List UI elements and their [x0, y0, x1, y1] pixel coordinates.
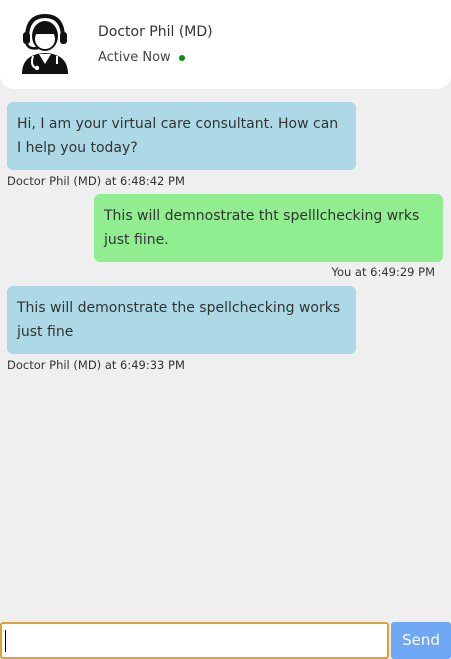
message-input[interactable]	[0, 622, 389, 659]
message-meta: Doctor Phil (MD) at 6:48:42 PM	[7, 174, 185, 188]
status-text: Active Now	[98, 50, 171, 65]
doctor-name: Doctor Phil (MD)	[98, 24, 213, 40]
message-text: Hi, I am your virtual care consultant. H…	[17, 116, 339, 156]
message-text: This will demnostrate tht spelllchecking…	[104, 208, 420, 248]
message-meta: You at 6:49:29 PM	[331, 265, 435, 279]
bot-message-bubble: Hi, I am your virtual care consultant. H…	[7, 102, 356, 170]
send-button[interactable]: Send	[391, 622, 451, 659]
message-meta: Doctor Phil (MD) at 6:49:33 PM	[7, 358, 185, 372]
user-message-bubble: This will demnostrate tht spelllchecking…	[94, 194, 443, 262]
online-dot-icon	[178, 54, 185, 61]
bot-message-bubble: This will demonstrate the spellchecking …	[7, 286, 356, 354]
doctor-headset-icon	[18, 12, 72, 74]
status-indicator: Active Now	[98, 50, 185, 65]
chat-header: Doctor Phil (MD) Active Now	[0, 0, 451, 89]
message-text: This will demonstrate the spellchecking …	[17, 300, 341, 340]
text-caret	[5, 630, 6, 652]
